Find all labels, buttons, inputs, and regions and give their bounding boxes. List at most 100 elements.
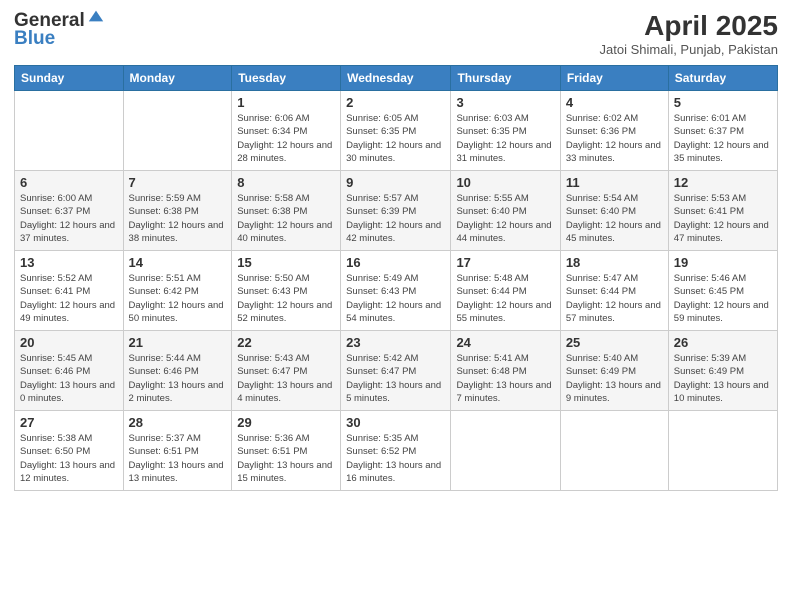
col-header-tuesday: Tuesday [232,66,341,91]
day-info: Sunrise: 5:58 AM Sunset: 6:38 PM Dayligh… [237,192,335,245]
day-info: Sunrise: 5:46 AM Sunset: 6:45 PM Dayligh… [674,272,772,325]
day-number: 8 [237,175,335,190]
day-number: 5 [674,95,772,110]
day-number: 19 [674,255,772,270]
day-info: Sunrise: 5:35 AM Sunset: 6:52 PM Dayligh… [346,432,445,485]
day-info: Sunrise: 6:02 AM Sunset: 6:36 PM Dayligh… [566,112,663,165]
calendar-cell: 23Sunrise: 5:42 AM Sunset: 6:47 PM Dayli… [341,331,451,411]
calendar-cell: 17 Sunrise: 5:48 AM Sunset: 6:44 PM Dayli… [451,251,560,331]
logo-icon [87,7,105,25]
calendar-cell: 16Sunrise: 5:49 AM Sunset: 6:43 PM Dayli… [341,251,451,331]
header: General Blue April 2025 Jatoi Shimali, P… [14,10,778,57]
day-info: Sunrise: 5:57 AM Sunset: 6:39 PM Dayligh… [346,192,445,245]
day-info: Sunrise: 5:43 AM Sunset: 6:47 PM Dayligh… [237,352,335,405]
day-number: 17 [456,255,554,270]
title-block: April 2025 Jatoi Shimali, Punjab, Pakist… [600,10,778,57]
day-number: 7 [129,175,227,190]
day-info: Sunrise: 6:01 AM Sunset: 6:37 PM Dayligh… [674,112,772,165]
col-header-thursday: Thursday [451,66,560,91]
day-number: 25 [566,335,663,350]
col-header-saturday: Saturday [668,66,777,91]
day-info: Sunrise: 5:50 AM Sunset: 6:43 PM Dayligh… [237,272,335,325]
calendar-cell: 21 Sunrise: 5:44 AM Sunset: 6:46 PM Dayli… [123,331,232,411]
day-number: 11 [566,175,663,190]
col-header-wednesday: Wednesday [341,66,451,91]
logo: General Blue [14,10,105,50]
day-number: 6 [20,175,118,190]
calendar-cell: 13 Sunrise: 5:52 AM Sunset: 6:41 PM Dayli… [15,251,124,331]
calendar-week-4: 20 Sunrise: 5:45 AM Sunset: 6:46 PM Dayli… [15,331,778,411]
calendar-cell: 25 Sunrise: 5:40 AM Sunset: 6:49 PM Dayli… [560,331,668,411]
day-info: Sunrise: 5:47 AM Sunset: 6:44 PM Dayligh… [566,272,663,325]
calendar-cell: 20 Sunrise: 5:45 AM Sunset: 6:46 PM Dayli… [15,331,124,411]
main-title: April 2025 [600,10,778,42]
day-number: 4 [566,95,663,110]
calendar-cell: 28 Sunrise: 5:37 AM Sunset: 6:51 PM Dayli… [123,411,232,491]
calendar-cell: 14 Sunrise: 5:51 AM Sunset: 6:42 PM Dayli… [123,251,232,331]
calendar-cell: 12Sunrise: 5:53 AM Sunset: 6:41 PM Dayli… [668,171,777,251]
day-number: 23 [346,335,445,350]
day-number: 24 [456,335,554,350]
day-info: Sunrise: 5:45 AM Sunset: 6:46 PM Dayligh… [20,352,118,405]
calendar-cell: 4 Sunrise: 6:02 AM Sunset: 6:36 PM Daylig… [560,91,668,171]
day-number: 14 [129,255,227,270]
calendar-cell [123,91,232,171]
day-info: Sunrise: 5:52 AM Sunset: 6:41 PM Dayligh… [20,272,118,325]
calendar-cell [451,411,560,491]
day-number: 20 [20,335,118,350]
day-info: Sunrise: 6:05 AM Sunset: 6:35 PM Dayligh… [346,112,445,165]
calendar: SundayMondayTuesdayWednesdayThursdayFrid… [14,65,778,491]
subtitle: Jatoi Shimali, Punjab, Pakistan [600,42,778,57]
day-info: Sunrise: 5:37 AM Sunset: 6:51 PM Dayligh… [129,432,227,485]
calendar-cell [15,91,124,171]
day-info: Sunrise: 5:51 AM Sunset: 6:42 PM Dayligh… [129,272,227,325]
day-number: 9 [346,175,445,190]
calendar-cell: 3Sunrise: 6:03 AM Sunset: 6:35 PM Daylig… [451,91,560,171]
calendar-header-row: SundayMondayTuesdayWednesdayThursdayFrid… [15,66,778,91]
calendar-cell: 2 Sunrise: 6:05 AM Sunset: 6:35 PM Daylig… [341,91,451,171]
day-number: 30 [346,415,445,430]
calendar-cell: 10 Sunrise: 5:55 AM Sunset: 6:40 PM Dayli… [451,171,560,251]
day-number: 18 [566,255,663,270]
day-number: 27 [20,415,118,430]
calendar-cell: 6Sunrise: 6:00 AM Sunset: 6:37 PM Daylig… [15,171,124,251]
calendar-cell: 9 Sunrise: 5:57 AM Sunset: 6:39 PM Daylig… [341,171,451,251]
calendar-cell: 29 Sunrise: 5:36 AM Sunset: 6:51 PM Dayli… [232,411,341,491]
day-number: 28 [129,415,227,430]
day-number: 26 [674,335,772,350]
col-header-monday: Monday [123,66,232,91]
day-info: Sunrise: 5:44 AM Sunset: 6:46 PM Dayligh… [129,352,227,405]
day-number: 21 [129,335,227,350]
day-number: 22 [237,335,335,350]
calendar-week-3: 13 Sunrise: 5:52 AM Sunset: 6:41 PM Dayli… [15,251,778,331]
day-info: Sunrise: 5:48 AM Sunset: 6:44 PM Dayligh… [456,272,554,325]
calendar-cell: 18 Sunrise: 5:47 AM Sunset: 6:44 PM Dayli… [560,251,668,331]
day-number: 13 [20,255,118,270]
day-info: Sunrise: 5:59 AM Sunset: 6:38 PM Dayligh… [129,192,227,245]
calendar-cell: 24 Sunrise: 5:41 AM Sunset: 6:48 PM Dayli… [451,331,560,411]
day-info: Sunrise: 5:40 AM Sunset: 6:49 PM Dayligh… [566,352,663,405]
calendar-cell: 15Sunrise: 5:50 AM Sunset: 6:43 PM Dayli… [232,251,341,331]
calendar-cell: 8 Sunrise: 5:58 AM Sunset: 6:38 PM Daylig… [232,171,341,251]
calendar-cell [560,411,668,491]
calendar-cell [668,411,777,491]
calendar-cell: 11 Sunrise: 5:54 AM Sunset: 6:40 PM Dayli… [560,171,668,251]
day-number: 12 [674,175,772,190]
calendar-cell: 19 Sunrise: 5:46 AM Sunset: 6:45 PM Dayli… [668,251,777,331]
calendar-cell: 26 Sunrise: 5:39 AM Sunset: 6:49 PM Dayli… [668,331,777,411]
day-info: Sunrise: 6:06 AM Sunset: 6:34 PM Dayligh… [237,112,335,165]
calendar-cell: 5 Sunrise: 6:01 AM Sunset: 6:37 PM Daylig… [668,91,777,171]
day-info: Sunrise: 5:55 AM Sunset: 6:40 PM Dayligh… [456,192,554,245]
calendar-week-1: 1 Sunrise: 6:06 AM Sunset: 6:34 PM Daylig… [15,91,778,171]
day-info: Sunrise: 5:41 AM Sunset: 6:48 PM Dayligh… [456,352,554,405]
day-number: 29 [237,415,335,430]
day-info: Sunrise: 5:54 AM Sunset: 6:40 PM Dayligh… [566,192,663,245]
day-number: 2 [346,95,445,110]
day-info: Sunrise: 5:36 AM Sunset: 6:51 PM Dayligh… [237,432,335,485]
day-number: 1 [237,95,335,110]
day-number: 16 [346,255,445,270]
day-number: 3 [456,95,554,110]
calendar-cell: 27Sunrise: 5:38 AM Sunset: 6:50 PM Dayli… [15,411,124,491]
day-info: Sunrise: 5:39 AM Sunset: 6:49 PM Dayligh… [674,352,772,405]
day-number: 10 [456,175,554,190]
